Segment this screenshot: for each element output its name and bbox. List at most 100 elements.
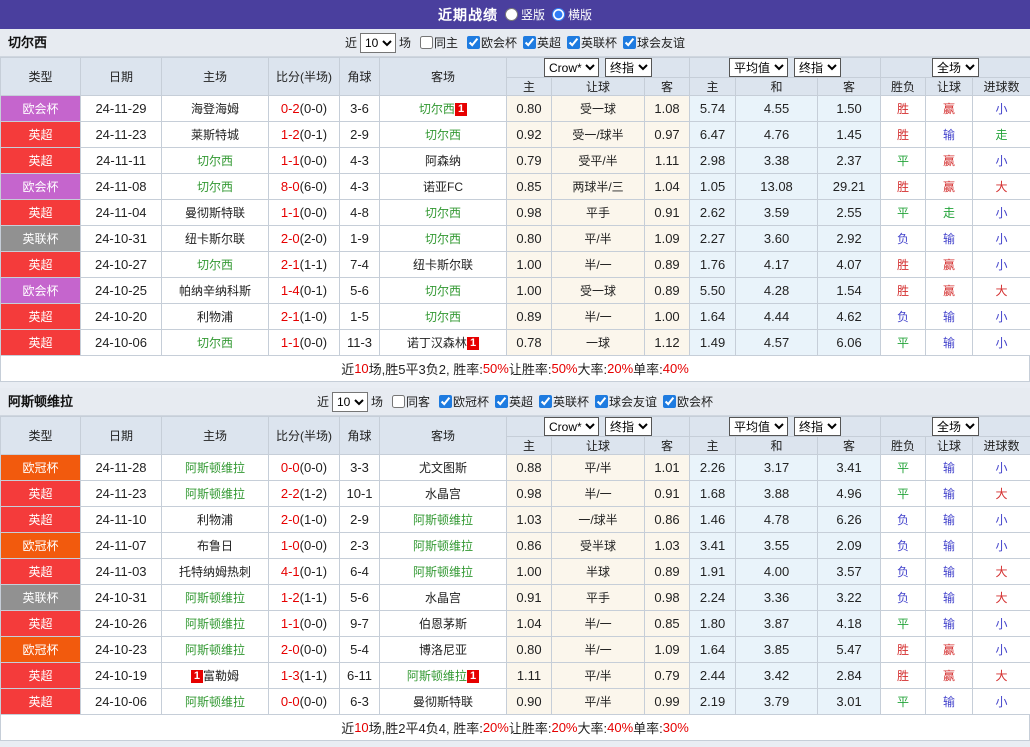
full-match-select[interactable]: 全场 xyxy=(932,417,979,436)
odds-home: 1.00 xyxy=(507,252,552,278)
home-team: 海登海姆 xyxy=(162,96,269,122)
handicap-line: 半/一 xyxy=(552,637,645,663)
avg-draw: 4.17 xyxy=(736,252,818,278)
team-name: 阿斯顿维拉 xyxy=(407,669,467,683)
result-handicap: 赢 xyxy=(926,148,973,174)
competition-checkbox[interactable] xyxy=(523,36,536,49)
result-outcome: 平 xyxy=(881,455,926,481)
avg-draw: 4.55 xyxy=(736,96,818,122)
team-name: 诺丁汉森林 xyxy=(407,336,467,350)
competition-checkbox[interactable] xyxy=(595,395,608,408)
final-index-select[interactable]: 终指 xyxy=(605,58,652,77)
bookmaker-select[interactable]: Crow* xyxy=(544,58,599,77)
match-date: 24-11-29 xyxy=(81,96,162,122)
competition-filter-球会友谊[interactable]: 球会友谊 xyxy=(589,393,657,410)
away-team: 水晶宫 xyxy=(380,585,507,611)
horizontal-radio-input[interactable] xyxy=(552,8,565,21)
team-name: 纽卡斯尔联 xyxy=(413,258,473,272)
avg-away: 1.50 xyxy=(818,96,881,122)
competition-checkbox[interactable] xyxy=(467,36,480,49)
match-count-select[interactable]: 10 xyxy=(332,392,368,412)
games-label: 场 xyxy=(371,393,383,410)
results-table: 类型 日期 主场 比分(半场) 角球 客场 Crow*终指 平均值终指 全场 xyxy=(0,57,1030,356)
competition-badge: 欧会杯 xyxy=(1,96,81,122)
competition-checkbox-label: 英联杯 xyxy=(581,34,617,51)
col-date: 日期 xyxy=(81,417,162,455)
summary-segment: 近 xyxy=(341,359,354,378)
team-name: 切尔西 xyxy=(419,102,455,116)
halftime-score: (1-2) xyxy=(300,486,327,501)
vertical-radio-input[interactable] xyxy=(505,8,518,21)
home-team: 布鲁日 xyxy=(162,533,269,559)
radio-horizontal-layout[interactable]: 横版 xyxy=(552,6,592,23)
summary-segment: 20% xyxy=(607,361,633,376)
final-index-select-2[interactable]: 终指 xyxy=(794,58,841,77)
team-name-title: 切尔西 xyxy=(8,29,47,56)
fulltime-score: 1-1 xyxy=(281,335,300,350)
competition-filter-欧会杯[interactable]: 欧会杯 xyxy=(461,34,517,51)
result-handicap: 走 xyxy=(926,200,973,226)
result-goals: 小 xyxy=(973,689,1030,715)
avg-draw: 3.55 xyxy=(736,533,818,559)
match-row: 欧冠杯24-11-07布鲁日1-0(0-0)2-3阿斯顿维拉0.86受半球1.0… xyxy=(1,533,1030,559)
result-handicap: 输 xyxy=(926,559,973,585)
col-home: 主场 xyxy=(162,58,269,96)
match-date: 24-10-26 xyxy=(81,611,162,637)
same-venue-checkbox[interactable] xyxy=(392,395,405,408)
match-count-select[interactable]: 10 xyxy=(360,33,396,53)
competition-checkbox[interactable] xyxy=(539,395,552,408)
competition-badge: 英超 xyxy=(1,663,81,689)
result-handicap: 输 xyxy=(926,611,973,637)
average-select[interactable]: 平均值 xyxy=(729,417,788,436)
match-row: 欧会杯24-11-29海登海姆0-2(0-0)3-6切尔西10.80受一球1.0… xyxy=(1,96,1030,122)
rank-badge: 1 xyxy=(467,337,479,350)
competition-filter-欧会杯[interactable]: 欧会杯 xyxy=(657,393,713,410)
odds-home: 1.11 xyxy=(507,663,552,689)
avg-draw: 3.17 xyxy=(736,455,818,481)
same-venue-filter[interactable]: 同主 xyxy=(414,34,458,51)
odds-home: 0.80 xyxy=(507,226,552,252)
competition-checkbox[interactable] xyxy=(567,36,580,49)
final-index-select[interactable]: 终指 xyxy=(605,417,652,436)
summary-segment: 近 xyxy=(341,718,354,737)
competition-filter-英联杯[interactable]: 英联杯 xyxy=(533,393,589,410)
average-select[interactable]: 平均值 xyxy=(729,58,788,77)
competition-filter-英联杯[interactable]: 英联杯 xyxy=(561,34,617,51)
halftime-score: (1-0) xyxy=(300,512,327,527)
team-name: 阿斯顿维拉 xyxy=(185,643,245,657)
avg-draw: 4.57 xyxy=(736,330,818,356)
competition-checkbox[interactable] xyxy=(495,395,508,408)
team-name: 阿斯顿维拉 xyxy=(185,617,245,631)
same-venue-checkbox[interactable] xyxy=(420,36,433,49)
full-match-select[interactable]: 全场 xyxy=(932,58,979,77)
summary-segment: 大率: xyxy=(578,359,608,378)
competition-checkbox[interactable] xyxy=(623,36,636,49)
competition-checkbox-label: 英超 xyxy=(509,393,533,410)
corner-count: 5-6 xyxy=(340,585,380,611)
competition-checkbox[interactable] xyxy=(439,395,452,408)
team-name: 切尔西 xyxy=(425,284,461,298)
section-header: 阿斯顿维拉 近 10 场 同客 欧冠杯英超英联杯球会友谊欧会杯 xyxy=(0,388,1030,416)
odds-away: 0.85 xyxy=(645,611,690,637)
col-home: 主场 xyxy=(162,417,269,455)
result-outcome: 负 xyxy=(881,559,926,585)
result-goals: 小 xyxy=(973,200,1030,226)
away-team: 切尔西 xyxy=(380,278,507,304)
match-row: 英超24-10-06阿斯顿维拉0-0(0-0)6-3曼彻斯特联0.90平/半0.… xyxy=(1,689,1030,715)
final-index-select-2[interactable]: 终指 xyxy=(794,417,841,436)
competition-checkbox[interactable] xyxy=(663,395,676,408)
fulltime-score: 0-0 xyxy=(281,460,300,475)
result-handicap: 赢 xyxy=(926,252,973,278)
competition-filter-英超[interactable]: 英超 xyxy=(517,34,561,51)
competition-filters: 欧会杯英超 英联杯 球会友谊 xyxy=(461,34,685,51)
team-section: 切尔西 近 10 场 同主 欧会杯英超英联杯球会友谊 xyxy=(0,29,1030,388)
summary-segment: 大率: xyxy=(578,718,608,737)
competition-checkbox-label: 球会友谊 xyxy=(637,34,685,51)
radio-vertical-layout[interactable]: 竖版 xyxy=(505,6,545,23)
competition-filter-英超[interactable]: 英超 xyxy=(489,393,533,410)
team-name: 阿斯顿维拉 xyxy=(185,461,245,475)
bookmaker-select[interactable]: Crow* xyxy=(544,417,599,436)
same-venue-filter[interactable]: 同客 xyxy=(386,393,430,410)
competition-filter-欧冠杯[interactable]: 欧冠杯 xyxy=(433,393,489,410)
competition-filter-球会友谊[interactable]: 球会友谊 xyxy=(617,34,685,51)
